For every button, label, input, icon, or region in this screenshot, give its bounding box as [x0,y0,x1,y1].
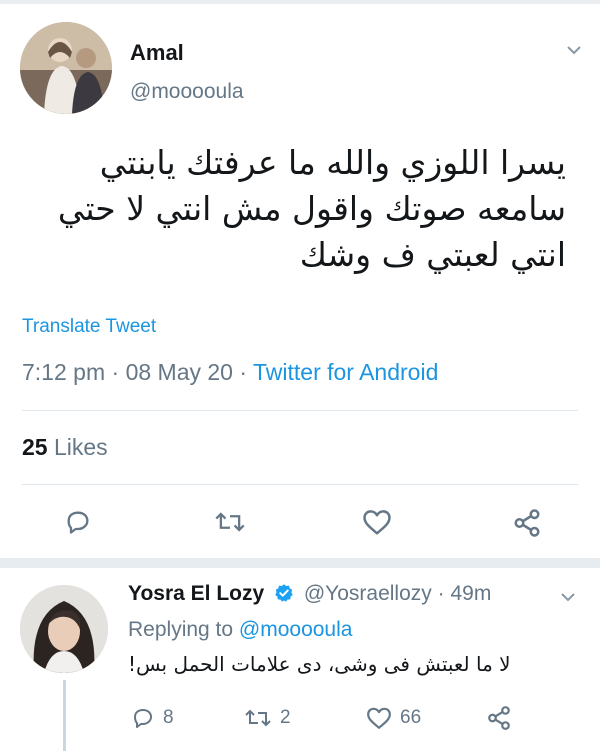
author-name[interactable]: Amal [130,40,184,66]
likes-label: Likes [53,434,108,460]
retweet-count: 2 [280,707,291,728]
like-count: 66 [400,707,422,728]
retweet-icon [215,512,245,532]
author-handle[interactable]: @mooooula [130,80,244,104]
tweet-meta: 7:12 pm · 08 May 20 · Twitter for Androi… [22,359,438,386]
retweet-button[interactable] [214,508,246,536]
reply-text: لا ما لعبتش فى وشى، دى علامات الحمل بس! [128,652,511,676]
reply-count: 8 [163,707,174,728]
meta-separator: · [437,582,451,605]
tweet-detail-view: Amal @mooooula يسرا اللوزي والله ما عرفت… [0,0,600,751]
reply-like-button[interactable]: 66 [366,706,421,730]
author-avatar[interactable] [20,22,112,114]
reply-author-avatar[interactable] [20,585,108,673]
tweet-time: 7:12 pm [22,359,106,385]
chevron-down-icon[interactable] [560,589,576,605]
reply-reply-button[interactable]: 8 [131,706,174,730]
reply-header: Yosra El Lozy @Yosraellozy · 49m [128,582,491,606]
share-icon [514,509,540,537]
share-button[interactable] [512,508,542,538]
verified-badge-icon [275,584,293,602]
top-border [0,0,600,4]
avatar-photo [20,585,108,673]
replying-prefix: Replying to [128,618,234,641]
heart-icon [367,707,391,729]
tweet-date: 08 May 20 [125,359,233,385]
retweet-icon [245,709,271,727]
tweet-text: يسرا اللوزي والله ما عرفتك يابنتي سامعه … [57,143,566,274]
reply-author-handle[interactable]: @Yosraellozy [304,582,432,605]
reply-icon [134,709,152,728]
translate-tweet-link[interactable]: Translate Tweet [22,316,156,338]
avatar-photo [20,22,112,114]
chevron-down-icon[interactable] [566,42,582,58]
tweet-source-link[interactable]: Twitter for Android [253,359,438,385]
reply-share-button[interactable] [486,705,512,731]
meta-separator: · [239,359,253,385]
replying-to-line: Replying to @mooooula [128,618,352,642]
reply-icon [67,511,89,534]
divider [22,410,578,411]
likes-count: 25 [22,434,48,460]
meta-separator: · [111,359,126,385]
reply-age: 49m [450,582,492,605]
thread-line [63,680,66,751]
share-icon [488,706,510,730]
section-divider [0,558,600,568]
likes-summary[interactable]: 25 Likes [22,434,108,461]
divider [22,484,578,485]
replying-to-mention[interactable]: @mooooula [239,618,353,641]
reply-button[interactable] [64,508,92,536]
heart-icon [363,510,391,535]
reply-retweet-button[interactable]: 2 [244,706,291,730]
reply-author-name[interactable]: Yosra El Lozy [128,582,264,605]
like-button[interactable] [362,508,392,536]
